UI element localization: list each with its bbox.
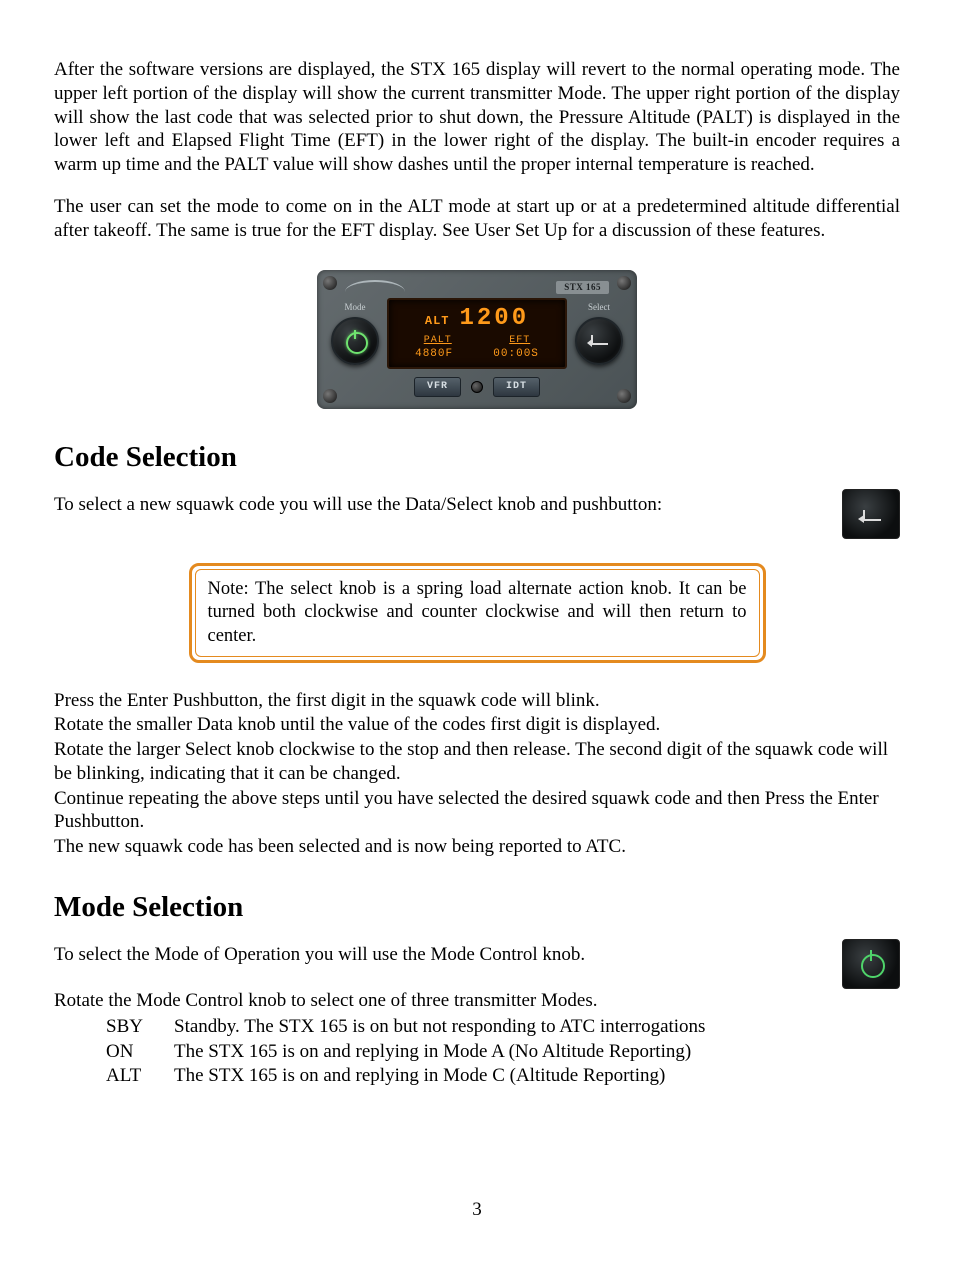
screw-icon xyxy=(617,389,631,403)
step-3: Rotate the larger Select knob clockwise … xyxy=(54,738,900,786)
code-selection-steps: Press the Enter Pushbutton, the first di… xyxy=(54,689,900,859)
mode-selection-intro: To select the Mode of Operation you will… xyxy=(54,943,822,967)
vfr-button[interactable]: VFR xyxy=(414,377,461,398)
idt-button[interactable]: IDT xyxy=(493,377,540,398)
step-5: The new squawk code has been selected an… xyxy=(54,835,900,859)
note-text: Note: The select knob is a spring load a… xyxy=(195,569,760,656)
lcd-mode: ALT xyxy=(425,314,450,329)
screw-icon xyxy=(323,389,337,403)
lcd-palt-label: PALT xyxy=(424,335,452,348)
mode-key: SBY xyxy=(106,1015,152,1039)
logo-icon xyxy=(345,280,405,294)
code-selection-heading: Code Selection xyxy=(54,439,900,475)
device-figure: STX 165 Mode ALT 1200 PALT EFT 4880F 00:… xyxy=(54,270,900,409)
mode-row-on: ON The STX 165 is on and replying in Mod… xyxy=(106,1040,900,1064)
mode-desc: The STX 165 is on and replying in Mode A… xyxy=(174,1040,691,1064)
mode-key: ALT xyxy=(106,1064,152,1088)
intro-paragraph-1: After the software versions are displaye… xyxy=(54,58,900,177)
mode-selection-heading: Mode Selection xyxy=(54,889,900,925)
code-selection-intro: To select a new squawk code you will use… xyxy=(54,493,822,517)
lcd-squawk-code: 1200 xyxy=(460,304,530,334)
mode-row-sby: SBY Standby. The STX 165 is on but not r… xyxy=(106,1015,900,1039)
mode-selection-lead: Rotate the Mode Control knob to select o… xyxy=(54,989,900,1013)
select-knob-label: Select xyxy=(588,302,610,313)
enter-knob-icon xyxy=(842,489,900,539)
stx165-device: STX 165 Mode ALT 1200 PALT EFT 4880F 00:… xyxy=(317,270,637,409)
intro-paragraph-2: The user can set the mode to come on in … xyxy=(54,195,900,243)
mode-knob-label: Mode xyxy=(345,302,366,313)
page-number: 3 xyxy=(54,1198,900,1222)
power-knob-icon xyxy=(842,939,900,989)
step-1: Press the Enter Pushbutton, the first di… xyxy=(54,689,900,713)
lcd-eft-label: EFT xyxy=(509,335,530,348)
lcd-display: ALT 1200 PALT EFT 4880F 00:00S xyxy=(387,298,567,368)
model-badge: STX 165 xyxy=(556,281,609,294)
lcd-palt-value: 4880F xyxy=(415,348,453,362)
mode-table: SBY Standby. The STX 165 is on but not r… xyxy=(106,1015,900,1088)
mode-power-knob[interactable] xyxy=(331,317,379,365)
mode-desc: Standby. The STX 165 is on but not respo… xyxy=(174,1015,705,1039)
note-box: Note: The select knob is a spring load a… xyxy=(189,563,766,662)
step-2: Rotate the smaller Data knob until the v… xyxy=(54,713,900,737)
step-4: Continue repeating the above steps until… xyxy=(54,787,900,835)
mode-desc: The STX 165 is on and replying in Mode C… xyxy=(174,1064,665,1088)
select-data-knob[interactable] xyxy=(575,317,623,365)
lcd-eft-value: 00:00S xyxy=(493,348,539,362)
reply-led-icon xyxy=(471,381,483,393)
screw-icon xyxy=(617,276,631,290)
mode-row-alt: ALT The STX 165 is on and replying in Mo… xyxy=(106,1064,900,1088)
mode-key: ON xyxy=(106,1040,152,1064)
